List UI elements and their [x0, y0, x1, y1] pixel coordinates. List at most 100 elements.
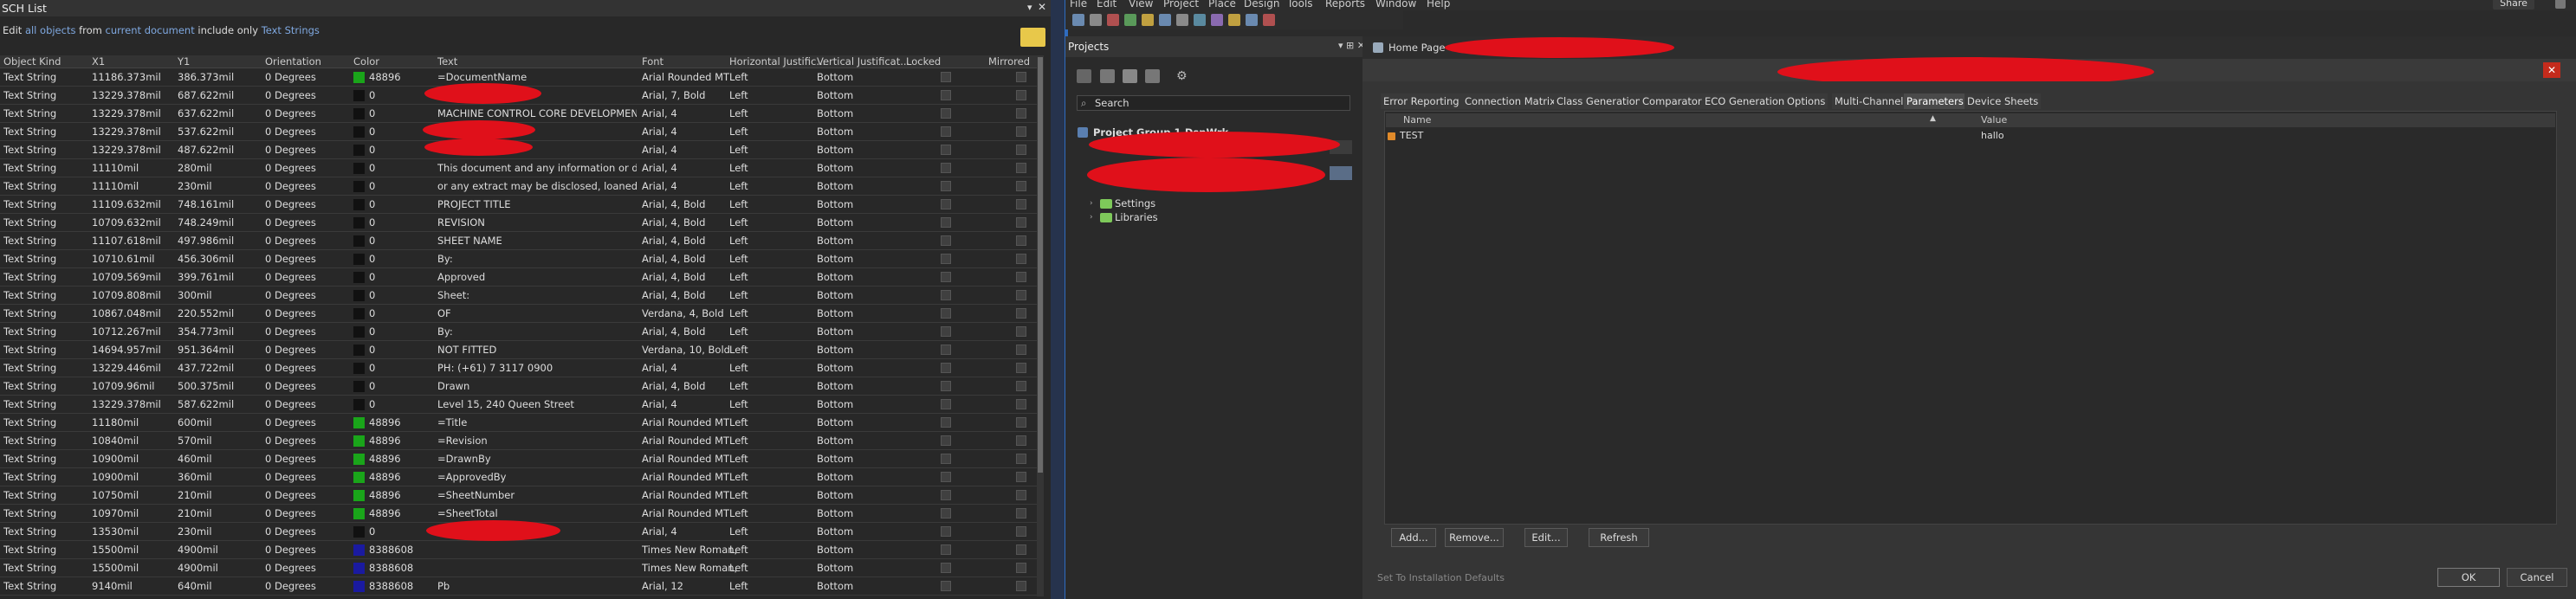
checkbox[interactable] — [1016, 254, 1026, 264]
ok-button[interactable]: OK — [2437, 568, 2500, 587]
checkbox[interactable] — [941, 563, 951, 573]
menu-item[interactable]: Reports — [1325, 0, 1365, 10]
checkbox[interactable] — [1016, 72, 1026, 82]
dialog-tab[interactable]: Comparator — [1640, 93, 1705, 109]
dialog-tab[interactable]: Options — [1784, 93, 1828, 109]
checkbox[interactable] — [941, 508, 951, 518]
add-button[interactable]: Add... — [1391, 528, 1436, 547]
cancel-button[interactable]: Cancel — [2507, 568, 2567, 587]
menu-item[interactable]: Design — [1244, 0, 1279, 10]
dialog-tab[interactable]: Parameters — [1904, 93, 1966, 109]
dialog-tab[interactable]: Device Sheets — [1964, 93, 2042, 109]
table-row[interactable]: Text String 10709.632mil 748.249mil 0 Degre… — [0, 214, 1042, 232]
table-row[interactable]: Text String 10712.267mil 354.773mil 0 Degre… — [0, 323, 1042, 341]
checkbox[interactable] — [941, 163, 951, 173]
toolbar-icon[interactable] — [1211, 14, 1223, 26]
column-header[interactable]: Orientation — [265, 55, 321, 68]
checkbox[interactable] — [941, 126, 951, 137]
table-row[interactable]: Text String 10970mil 210mil 0 Degrees =Sheet… — [0, 505, 1042, 523]
checkbox[interactable] — [1016, 163, 1026, 173]
column-header[interactable]: Object Kind — [3, 55, 61, 68]
checkbox[interactable] — [1016, 472, 1026, 482]
table-row[interactable]: Text String 10867.048mil 220.552mil 0 Degre… — [0, 305, 1042, 323]
table-row[interactable]: Text String 10900mil 460mil 0 Degrees =Drawn… — [0, 450, 1042, 468]
checkbox[interactable] — [1016, 272, 1026, 282]
checkbox[interactable] — [1016, 363, 1026, 373]
checkbox[interactable] — [1016, 126, 1026, 137]
param-name[interactable]: TEST — [1400, 130, 1423, 141]
column-header[interactable]: Horizontal Justific... — [729, 55, 825, 68]
toolbar-icon[interactable] — [1228, 14, 1240, 26]
filter-link-document[interactable]: current document — [106, 24, 195, 36]
checkbox[interactable] — [941, 290, 951, 300]
folder-icon[interactable] — [1145, 69, 1160, 83]
checkbox[interactable] — [1016, 544, 1026, 555]
dialog-tab[interactable]: ECO Generation — [1702, 93, 1788, 109]
column-name[interactable]: Name — [1403, 114, 1431, 126]
toolbar-icon[interactable] — [1159, 14, 1171, 26]
table-row[interactable]: Text String 9140mil 640mil 0 Degrees Pb Arial… — [0, 577, 1042, 596]
table-row[interactable]: Text String 10710.61mil 456.306mil 0 Degree… — [0, 250, 1042, 268]
checkbox[interactable] — [941, 326, 951, 337]
column-header[interactable]: Mirrored — [988, 55, 1030, 68]
checkbox[interactable] — [1016, 381, 1026, 391]
close-icon[interactable]: ✕ — [2543, 62, 2560, 78]
tree-item-settings[interactable]: Settings — [1115, 197, 1155, 209]
toolbar-icon[interactable] — [1194, 14, 1206, 26]
checkbox[interactable] — [1016, 235, 1026, 246]
checkbox[interactable] — [941, 217, 951, 228]
table-row[interactable]: Text String 13229.378mil 637.622mil 0 Degre… — [0, 105, 1042, 123]
checkbox[interactable] — [941, 472, 951, 482]
column-header[interactable]: Locked — [906, 55, 941, 68]
menu-item[interactable]: File — [1070, 0, 1087, 10]
param-value[interactable]: hallo — [1981, 130, 2004, 141]
table-row[interactable]: Text String 10840mil 570mil 0 Degrees =Revis… — [0, 432, 1042, 450]
table-row[interactable]: Text String 13229.446mil 437.722mil 0 Degre… — [0, 359, 1042, 377]
checkbox[interactable] — [1016, 581, 1026, 591]
table-row[interactable]: Text String 11186.373mil 386.373mil 0 Degre… — [0, 68, 1042, 87]
search-input[interactable]: ⌕ Search — [1077, 95, 1350, 111]
checkbox[interactable] — [941, 345, 951, 355]
checkbox[interactable] — [1016, 326, 1026, 337]
dialog-tab[interactable]: Multi-Channel — [1832, 93, 1906, 109]
table-row[interactable]: Text String 10900mil 360mil 0 Degrees =Appro… — [0, 468, 1042, 486]
folder-open-icon[interactable] — [1123, 69, 1137, 83]
table-row[interactable]: Text String 10709.808mil 300mil 0 Degrees Sh… — [0, 287, 1042, 305]
chevron-right-icon[interactable]: › — [1090, 199, 1093, 208]
checkbox[interactable] — [1016, 435, 1026, 446]
close-icon[interactable]: ✕ — [1038, 1, 1046, 13]
checkbox[interactable] — [941, 581, 951, 591]
checkbox[interactable] — [1016, 490, 1026, 500]
refresh-button[interactable]: Refresh — [1589, 528, 1649, 547]
filter-link-scope[interactable]: all objects — [25, 24, 76, 36]
checkbox[interactable] — [941, 199, 951, 209]
checkbox[interactable] — [1016, 217, 1026, 228]
checkbox[interactable] — [1016, 454, 1026, 464]
chevron-right-icon[interactable]: › — [1090, 213, 1093, 222]
table-row[interactable]: Text String 11109.632mil 748.161mil 0 Degre… — [0, 196, 1042, 214]
checkbox[interactable] — [1016, 508, 1026, 518]
checkbox[interactable] — [941, 399, 951, 409]
checkbox[interactable] — [941, 72, 951, 82]
toolbar-icon[interactable] — [1176, 14, 1188, 26]
dialog-tab[interactable]: Error Reporting — [1381, 93, 1462, 109]
menu-item[interactable]: View — [1129, 0, 1153, 10]
checkbox[interactable] — [941, 235, 951, 246]
toolbar-icon[interactable] — [1246, 14, 1258, 26]
checkbox[interactable] — [941, 181, 951, 191]
checkbox[interactable] — [941, 454, 951, 464]
tree-item-libraries[interactable]: Libraries — [1115, 211, 1158, 223]
share-button[interactable]: Share — [2493, 0, 2534, 10]
column-value[interactable]: Value — [1981, 114, 2007, 126]
toolbar-icon[interactable] — [1142, 14, 1154, 26]
checkbox[interactable] — [941, 544, 951, 555]
column-header[interactable]: Vertical Justificat... — [817, 55, 909, 68]
checkbox[interactable] — [941, 490, 951, 500]
folder-icon[interactable] — [1020, 28, 1045, 47]
menu-item[interactable]: Tools — [1287, 0, 1313, 10]
checkbox[interactable] — [1016, 199, 1026, 209]
checkbox[interactable] — [941, 308, 951, 319]
column-header[interactable]: Color — [353, 55, 379, 68]
save-icon[interactable] — [1077, 69, 1091, 83]
column-header[interactable]: Y1 — [178, 55, 190, 68]
